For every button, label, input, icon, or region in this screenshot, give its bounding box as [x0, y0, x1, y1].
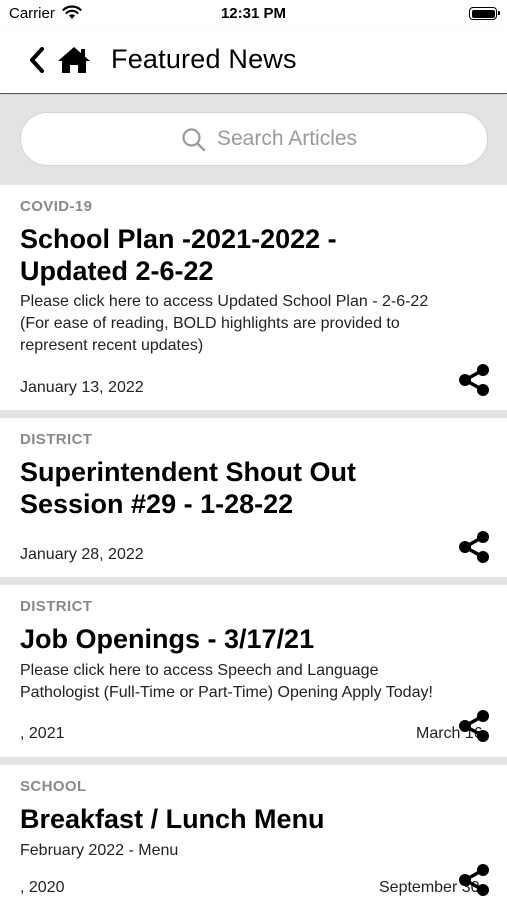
- article-summary: Please click here to access Speech and L…: [20, 662, 433, 701]
- article-list: COVID-19 School Plan -2021-2022 - Update…: [0, 185, 507, 900]
- share-icon[interactable]: [458, 709, 490, 743]
- search-icon: [182, 128, 206, 152]
- article-headline: School Plan -2021-2022 - Updated 2-6-22: [20, 224, 337, 286]
- article-date-year: , 2021: [20, 725, 65, 742]
- article-card[interactable]: SCHOOL Breakfast / Lunch Menu February 2…: [0, 765, 507, 900]
- chevron-left-icon: [30, 47, 44, 73]
- back-button[interactable]: [26, 45, 48, 75]
- article-date: January 13, 2022: [20, 379, 144, 396]
- status-bar: Carrier 12:31 PM: [0, 0, 507, 28]
- article-date-year: , 2020: [20, 879, 65, 896]
- article-headline: Job Openings - 3/17/21: [20, 624, 315, 654]
- home-button[interactable]: [56, 45, 92, 75]
- navigation-bar: Featured News: [0, 28, 507, 94]
- article-category: SCHOOL: [20, 778, 87, 795]
- article-card[interactable]: COVID-19 School Plan -2021-2022 - Update…: [0, 185, 507, 418]
- article-headline: Superintendent Shout Out Session #29 - 1…: [20, 457, 356, 519]
- article-category: DISTRICT: [20, 431, 93, 448]
- article-card[interactable]: DISTRICT Job Openings - 3/17/21 Please c…: [0, 585, 507, 765]
- share-icon[interactable]: [458, 363, 490, 397]
- article-card[interactable]: DISTRICT Superintendent Shout Out Sessio…: [0, 418, 507, 585]
- article-category: DISTRICT: [20, 598, 93, 615]
- home-icon: [58, 47, 90, 73]
- clock: 12:31 PM: [220, 5, 287, 22]
- article-summary: February 2022 - Menu: [20, 842, 179, 859]
- article-date: January 28, 2022: [20, 546, 144, 563]
- search-input[interactable]: Search Articles: [20, 112, 488, 166]
- battery-icon: [469, 7, 500, 20]
- share-icon[interactable]: [458, 530, 490, 564]
- share-icon[interactable]: [458, 863, 490, 897]
- page-title: Featured News: [111, 44, 297, 74]
- search-bar-container: Search Articles: [0, 95, 507, 185]
- article-headline: Breakfast / Lunch Menu: [20, 804, 325, 834]
- article-category: COVID-19: [20, 198, 93, 215]
- search-placeholder: Search Articles: [217, 127, 358, 150]
- article-summary: Please click here to access Updated Scho…: [20, 293, 429, 354]
